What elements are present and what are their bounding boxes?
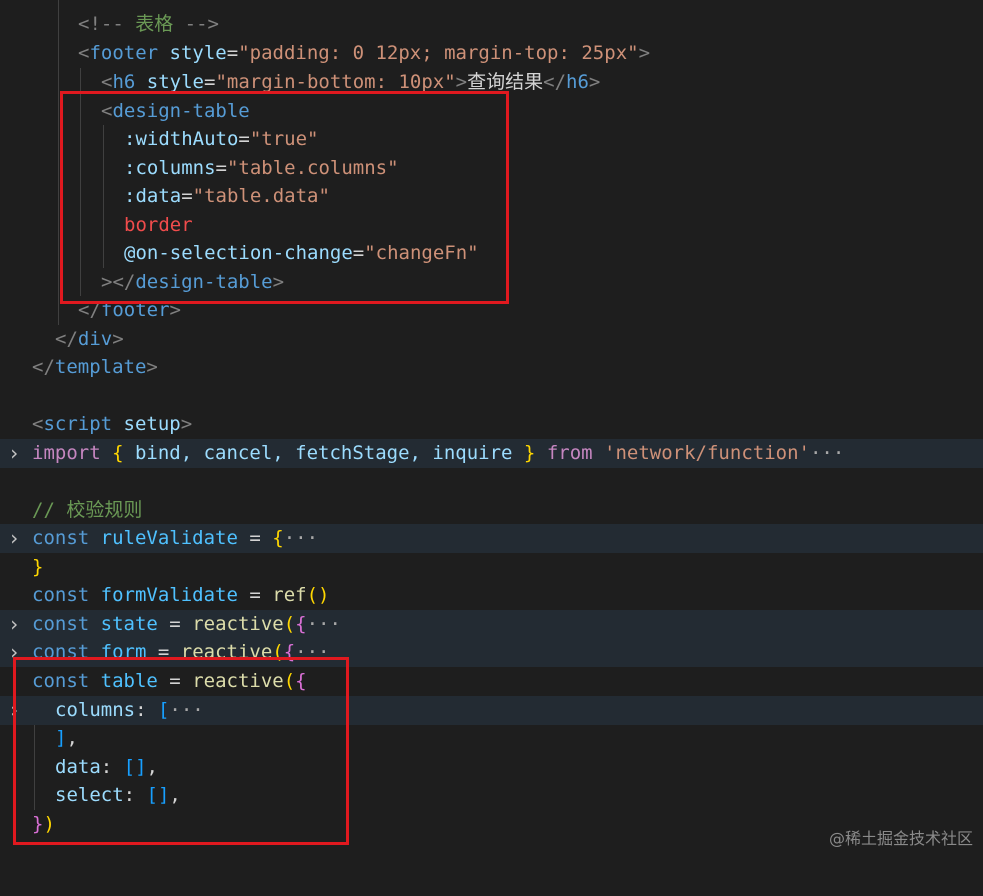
fold-ellipsis[interactable]: ···: [810, 442, 844, 464]
function-name: reactive: [192, 613, 284, 635]
tag-name: footer: [89, 42, 159, 64]
tag-bracket: </: [543, 71, 567, 93]
highlight-box-script: [13, 657, 349, 845]
operator: =: [237, 584, 273, 606]
brace: {: [112, 442, 124, 464]
attr-name: style: [169, 42, 227, 64]
code-line-folded[interactable]: › import { bind, cancel, fetchStage, inq…: [0, 439, 983, 468]
brace: {: [272, 527, 284, 549]
watermark: @稀土掘金技术社区: [828, 829, 973, 848]
fold-ellipsis[interactable]: ···: [307, 613, 341, 635]
attr-name: setup: [123, 413, 181, 435]
tag-bracket: >: [455, 71, 468, 93]
brace: }: [523, 442, 536, 464]
tag-name: template: [54, 356, 147, 378]
tag-bracket: >: [588, 71, 601, 93]
chevron-right-icon[interactable]: ›: [6, 524, 22, 553]
variable: state: [100, 613, 158, 635]
tag-bracket: </: [32, 356, 55, 378]
tag-bracket: <: [78, 42, 90, 64]
tag-bracket: >: [180, 413, 193, 435]
keyword: const: [32, 613, 90, 635]
chevron-right-icon[interactable]: ›: [6, 439, 22, 468]
equals: =: [204, 71, 216, 93]
fold-ellipsis[interactable]: ···: [284, 527, 318, 549]
code-line-folded[interactable]: › const ruleValidate = {···: [0, 524, 983, 553]
comment-open: <!--: [78, 13, 124, 35]
attr-name: style: [146, 71, 204, 93]
code-line[interactable]: </div>: [0, 325, 983, 354]
function-name: ref: [272, 584, 307, 606]
chevron-right-icon[interactable]: ›: [6, 610, 22, 639]
keyword: const: [32, 527, 90, 549]
brace: {: [295, 613, 307, 635]
paren: (): [306, 584, 330, 606]
paren: (: [283, 613, 296, 635]
comment-close: -->: [184, 13, 219, 35]
tag-name: h6: [566, 71, 589, 93]
tag-bracket: >: [638, 42, 651, 64]
attr-value: "padding: 0 12px; margin-top: 25px": [238, 42, 639, 64]
comment-text: 表格: [123, 13, 185, 35]
code-line[interactable]: const formValidate = ref(): [0, 581, 983, 610]
keyword: from: [546, 442, 593, 464]
variable: ruleValidate: [100, 527, 238, 549]
tag-name: div: [77, 328, 113, 350]
code-line[interactable]: // 校验规则: [0, 496, 983, 525]
equals: =: [226, 42, 239, 64]
tag-bracket: <: [32, 413, 44, 435]
tag-bracket: <: [101, 71, 113, 93]
variable: formValidate: [100, 584, 238, 606]
tag-bracket: >: [112, 328, 124, 350]
code-line[interactable]: </template>: [0, 353, 983, 382]
code-line[interactable]: <footer style="padding: 0 12px; margin-t…: [0, 39, 983, 68]
operator: =: [157, 613, 193, 635]
code-editor[interactable]: <!-- 表格 --> <footer style="padding: 0 12…: [0, 0, 983, 857]
operator: =: [237, 527, 273, 549]
tag-name: script: [43, 413, 113, 435]
comment: // 校验规则: [32, 499, 143, 521]
attr-value: "margin-bottom: 10px": [215, 71, 456, 93]
tag-bracket: </: [55, 328, 78, 350]
tag-name: h6: [112, 71, 136, 93]
code-line[interactable]: <!-- 表格 -->: [0, 10, 983, 39]
string: 'network/function': [604, 442, 810, 464]
text-content: 查询结果: [467, 71, 544, 93]
brace: }: [32, 556, 44, 578]
import-names: bind, cancel, fetchStage, inquire: [123, 442, 524, 464]
code-line[interactable]: <script setup>: [0, 410, 983, 439]
keyword: const: [32, 584, 90, 606]
code-line[interactable]: }: [0, 553, 983, 582]
keyword: import: [32, 442, 101, 464]
tag-bracket: >: [146, 356, 158, 378]
code-line-folded[interactable]: › const state = reactive({···: [0, 610, 983, 639]
highlight-box-template: [60, 91, 509, 304]
